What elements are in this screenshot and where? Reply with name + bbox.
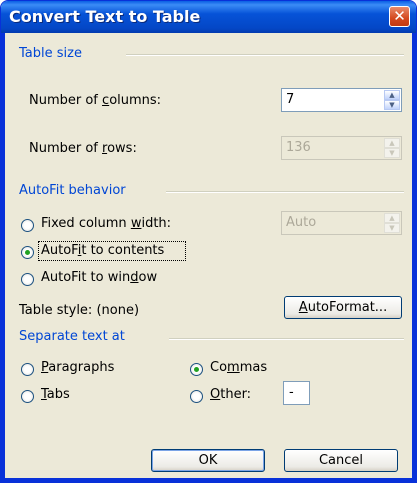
other-separator-value: - [289, 385, 294, 400]
table-size-heading: Table size [19, 46, 82, 61]
fixed-width-value: Auto [286, 215, 317, 230]
title-bar[interactable]: Convert Text to Table ✕ [1, 1, 416, 33]
spin-up-icon: ▲ [384, 138, 400, 148]
frame-left [1, 33, 5, 482]
autofit-contents-label[interactable]: AutoFit to contents [41, 243, 164, 258]
autofit-window-label[interactable]: AutoFit to window [41, 270, 157, 285]
spin-up-icon: ▲ [384, 213, 400, 223]
paragraphs-label[interactable]: Paragraphs [41, 360, 114, 375]
table-style-label: Table style: (none) [19, 303, 140, 318]
other-radio[interactable] [190, 390, 203, 403]
cancel-button[interactable]: Cancel [284, 449, 398, 472]
other-label[interactable]: Other: [210, 387, 251, 402]
fixed-width-radio[interactable] [21, 219, 34, 232]
autofit-window-radio[interactable] [21, 273, 34, 286]
spin-down-icon: ▼ [384, 223, 400, 233]
frame-bottom [1, 478, 416, 482]
spin-up-icon[interactable]: ▲ [384, 90, 400, 100]
other-separator-input[interactable]: - [283, 381, 310, 405]
fixed-width-spinner: Auto ▲ ▼ [281, 211, 402, 235]
ok-button[interactable]: OK [151, 449, 265, 472]
fixed-width-label[interactable]: Fixed column width: [41, 216, 171, 231]
commas-radio[interactable] [190, 363, 203, 376]
autofit-divider [166, 191, 404, 193]
autofit-contents-radio[interactable] [21, 246, 34, 259]
table-size-divider [126, 54, 404, 56]
tabs-radio[interactable] [21, 390, 34, 403]
separate-divider [169, 338, 404, 340]
frame-right [412, 33, 416, 482]
spin-down-icon[interactable]: ▼ [384, 100, 400, 110]
table-style-value: (none) [96, 303, 140, 318]
close-button[interactable]: ✕ [389, 6, 410, 27]
rows-label: Number of rows: [29, 141, 137, 156]
rows-value: 136 [286, 140, 311, 155]
columns-label: Number of columns: [29, 93, 162, 108]
columns-spinner[interactable]: 7 ▲ ▼ [281, 88, 402, 112]
tabs-label[interactable]: Tabs [41, 387, 70, 402]
convert-text-to-table-dialog: Convert Text to Table ✕ Table size Numbe… [0, 0, 417, 483]
rows-spinner: 136 ▲ ▼ [281, 136, 402, 160]
autofit-heading: AutoFit behavior [19, 183, 126, 198]
columns-value: 7 [286, 92, 295, 107]
autoformat-button[interactable]: AutoFormat... [284, 296, 402, 319]
separate-heading: Separate text at [19, 329, 125, 344]
commas-label[interactable]: Commas [210, 360, 267, 375]
close-icon: ✕ [393, 7, 406, 25]
spin-down-icon: ▼ [384, 148, 400, 158]
dialog-title: Convert Text to Table [9, 7, 201, 26]
paragraphs-radio[interactable] [21, 363, 34, 376]
